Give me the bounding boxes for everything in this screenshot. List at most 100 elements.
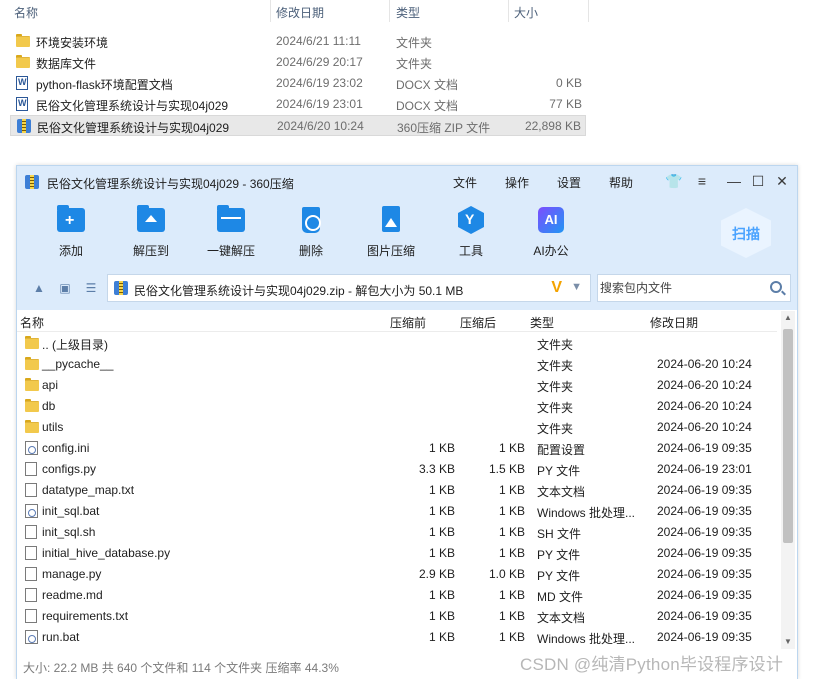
search-input[interactable] xyxy=(600,279,760,297)
col-after[interactable]: 压缩后 xyxy=(460,314,496,331)
col-size[interactable]: 大小 xyxy=(514,4,538,21)
item-type: MD 文件 xyxy=(537,590,583,604)
delete-button[interactable]: 删除 xyxy=(276,204,346,259)
toolbar: + 添加 解压到 一键解压 删除 图片压缩 工具 AI AI办公 xyxy=(17,196,797,268)
menu-icon[interactable]: ≡ xyxy=(693,172,711,190)
item-date: 2024-06-19 09:35 xyxy=(657,525,752,539)
tool-label: 一键解压 xyxy=(206,244,255,258)
up-arrow-icon[interactable]: ▲ xyxy=(31,281,47,297)
item-date: 2024-06-20 10:24 xyxy=(657,357,752,371)
one-click-extract-button[interactable]: 一键解压 xyxy=(196,204,266,259)
item-name: init_sql.bat xyxy=(42,504,100,518)
folder-icon xyxy=(16,55,30,69)
menu-operate[interactable]: 操作 xyxy=(505,174,529,191)
col-name[interactable]: 名称 xyxy=(14,4,38,21)
explorer-row-selected[interactable]: 民俗文化管理系统设计与实现04j029 2024/6/20 10:24 360压… xyxy=(10,115,586,136)
item-size-before: 1 KB xyxy=(428,630,455,644)
item-name: initial_hive_database.py xyxy=(42,546,171,560)
v-logo-icon[interactable]: V xyxy=(551,279,562,297)
tool-label: AI办公 xyxy=(533,244,569,258)
tools-button[interactable]: 工具 xyxy=(436,204,506,259)
list-item[interactable]: configs.py 3.3 KB 1.5 KB PY 文件 2024-06-1… xyxy=(17,458,777,479)
file-type: 文件夹 xyxy=(396,57,433,71)
file-date: 2024/6/21 11:11 xyxy=(276,34,361,48)
extract-to-button[interactable]: 解压到 xyxy=(116,204,186,259)
list-item[interactable]: db 文件夹 2024-06-20 10:24 xyxy=(17,395,777,416)
list-item[interactable]: init_sql.bat 1 KB 1 KB Windows 批处理... 20… xyxy=(17,500,777,521)
file-date: 2024/6/19 23:02 xyxy=(276,76,363,90)
file-name: 环境安装环境 xyxy=(36,36,109,50)
item-date: 2024-06-19 09:35 xyxy=(657,588,752,602)
scroll-up-icon[interactable]: ▲ xyxy=(781,311,795,325)
minimize-icon[interactable]: — xyxy=(725,172,743,190)
item-size-after: 1 KB xyxy=(498,504,525,518)
item-name: run.bat xyxy=(42,630,80,644)
item-name: config.ini xyxy=(42,441,90,455)
list-item[interactable]: initial_hive_database.py 1 KB 1 KB PY 文件… xyxy=(17,542,777,563)
item-date: 2024-06-19 09:35 xyxy=(657,546,752,560)
item-size-before: 1 KB xyxy=(428,525,455,539)
folder-icon xyxy=(25,378,39,391)
list-item[interactable]: readme.md 1 KB 1 KB MD 文件 2024-06-19 09:… xyxy=(17,584,777,605)
item-type: 文件夹 xyxy=(537,380,574,394)
list-item[interactable]: datatype_map.txt 1 KB 1 KB 文本文档 2024-06-… xyxy=(17,479,777,500)
file-icon xyxy=(25,567,37,581)
archive-file-list: .. (上级目录) 文件夹 __pycache__ 文件夹 2024-06-20… xyxy=(17,332,777,650)
col-type[interactable]: 类型 xyxy=(396,4,420,21)
explorer-row[interactable]: 数据库文件 2024/6/29 20:17 文件夹 xyxy=(10,52,586,73)
list-item[interactable]: __pycache__ 文件夹 2024-06-20 10:24 xyxy=(17,353,777,374)
column-divider[interactable] xyxy=(389,0,390,22)
explorer-row[interactable]: python-flask环境配置文档 2024/6/19 23:02 DOCX … xyxy=(10,73,586,94)
folder-icon xyxy=(25,420,39,433)
explorer-row[interactable]: 环境安装环境 2024/6/21 11:11 文件夹 xyxy=(10,31,586,52)
list-item[interactable]: init_sql.sh 1 KB 1 KB SH 文件 2024-06-19 0… xyxy=(17,521,777,542)
item-size-before: 1 KB xyxy=(428,546,455,560)
folder-icon xyxy=(25,357,39,370)
col-name[interactable]: 名称 xyxy=(20,314,44,331)
file-icon xyxy=(25,525,37,539)
menu-file[interactable]: 文件 xyxy=(453,174,477,191)
col-date[interactable]: 修改日期 xyxy=(276,4,324,21)
menu-help[interactable]: 帮助 xyxy=(609,174,633,191)
list-item[interactable]: .. (上级目录) 文件夹 xyxy=(17,332,777,353)
col-before[interactable]: 压缩前 xyxy=(390,314,426,331)
chevron-down-icon[interactable]: ▼ xyxy=(571,281,582,293)
item-size-after: 1 KB xyxy=(498,441,525,455)
item-type: 配置设置 xyxy=(537,443,586,457)
list-item[interactable]: run.bat 1 KB 1 KB Windows 批处理... 2024-06… xyxy=(17,626,777,647)
maximize-icon[interactable]: ☐ xyxy=(749,172,767,190)
list-item[interactable]: requirements.txt 1 KB 1 KB 文本文档 2024-06-… xyxy=(17,605,777,626)
explorer-row[interactable]: 民俗文化管理系统设计与实现04j029 2024/6/19 23:01 DOCX… xyxy=(10,94,586,115)
list-item[interactable]: utils 文件夹 2024-06-20 10:24 xyxy=(17,416,777,437)
list-view-icon[interactable]: ☰ xyxy=(83,281,99,297)
close-icon[interactable]: ✕ xyxy=(773,172,791,190)
shirt-icon[interactable]: 👕 xyxy=(665,172,683,190)
item-type: 文件夹 xyxy=(537,359,574,373)
scroll-thumb[interactable] xyxy=(783,329,793,543)
file-name: 民俗文化管理系统设计与实现04j029 xyxy=(36,99,229,113)
tools-icon xyxy=(455,204,487,236)
item-name: configs.py xyxy=(42,462,97,476)
view-icon[interactable]: ▣ xyxy=(57,281,73,297)
batch-file-icon xyxy=(25,630,38,644)
ai-office-button[interactable]: AI AI办公 xyxy=(516,204,586,259)
list-item[interactable]: config.ini 1 KB 1 KB 配置设置 2024-06-19 09:… xyxy=(17,437,777,458)
col-date[interactable]: 修改日期 xyxy=(650,314,698,331)
title-bar[interactable]: 民俗文化管理系统设计与实现04j029 - 360压缩 文件 操作 设置 帮助 … xyxy=(17,166,797,196)
search-icon[interactable] xyxy=(770,281,782,293)
path-field[interactable]: 民俗文化管理系统设计与实现04j029.zip - 解包大小为 50.1 MB … xyxy=(107,274,591,302)
item-size-before: 3.3 KB xyxy=(418,462,455,476)
scroll-down-icon[interactable]: ▼ xyxy=(781,635,795,649)
item-type: SH 文件 xyxy=(537,527,582,541)
col-type[interactable]: 类型 xyxy=(530,314,554,331)
column-divider[interactable] xyxy=(508,0,509,22)
column-divider[interactable] xyxy=(588,0,589,22)
image-compress-button[interactable]: 图片压缩 xyxy=(356,204,426,259)
list-item[interactable]: manage.py 2.9 KB 1.0 KB PY 文件 2024-06-19… xyxy=(17,563,777,584)
vertical-scrollbar[interactable]: ▲ ▼ xyxy=(781,311,795,649)
zip-icon xyxy=(114,281,128,295)
list-item[interactable]: api 文件夹 2024-06-20 10:24 xyxy=(17,374,777,395)
column-divider[interactable] xyxy=(270,0,271,22)
add-button[interactable]: + 添加 xyxy=(36,204,106,259)
menu-settings[interactable]: 设置 xyxy=(557,174,581,191)
